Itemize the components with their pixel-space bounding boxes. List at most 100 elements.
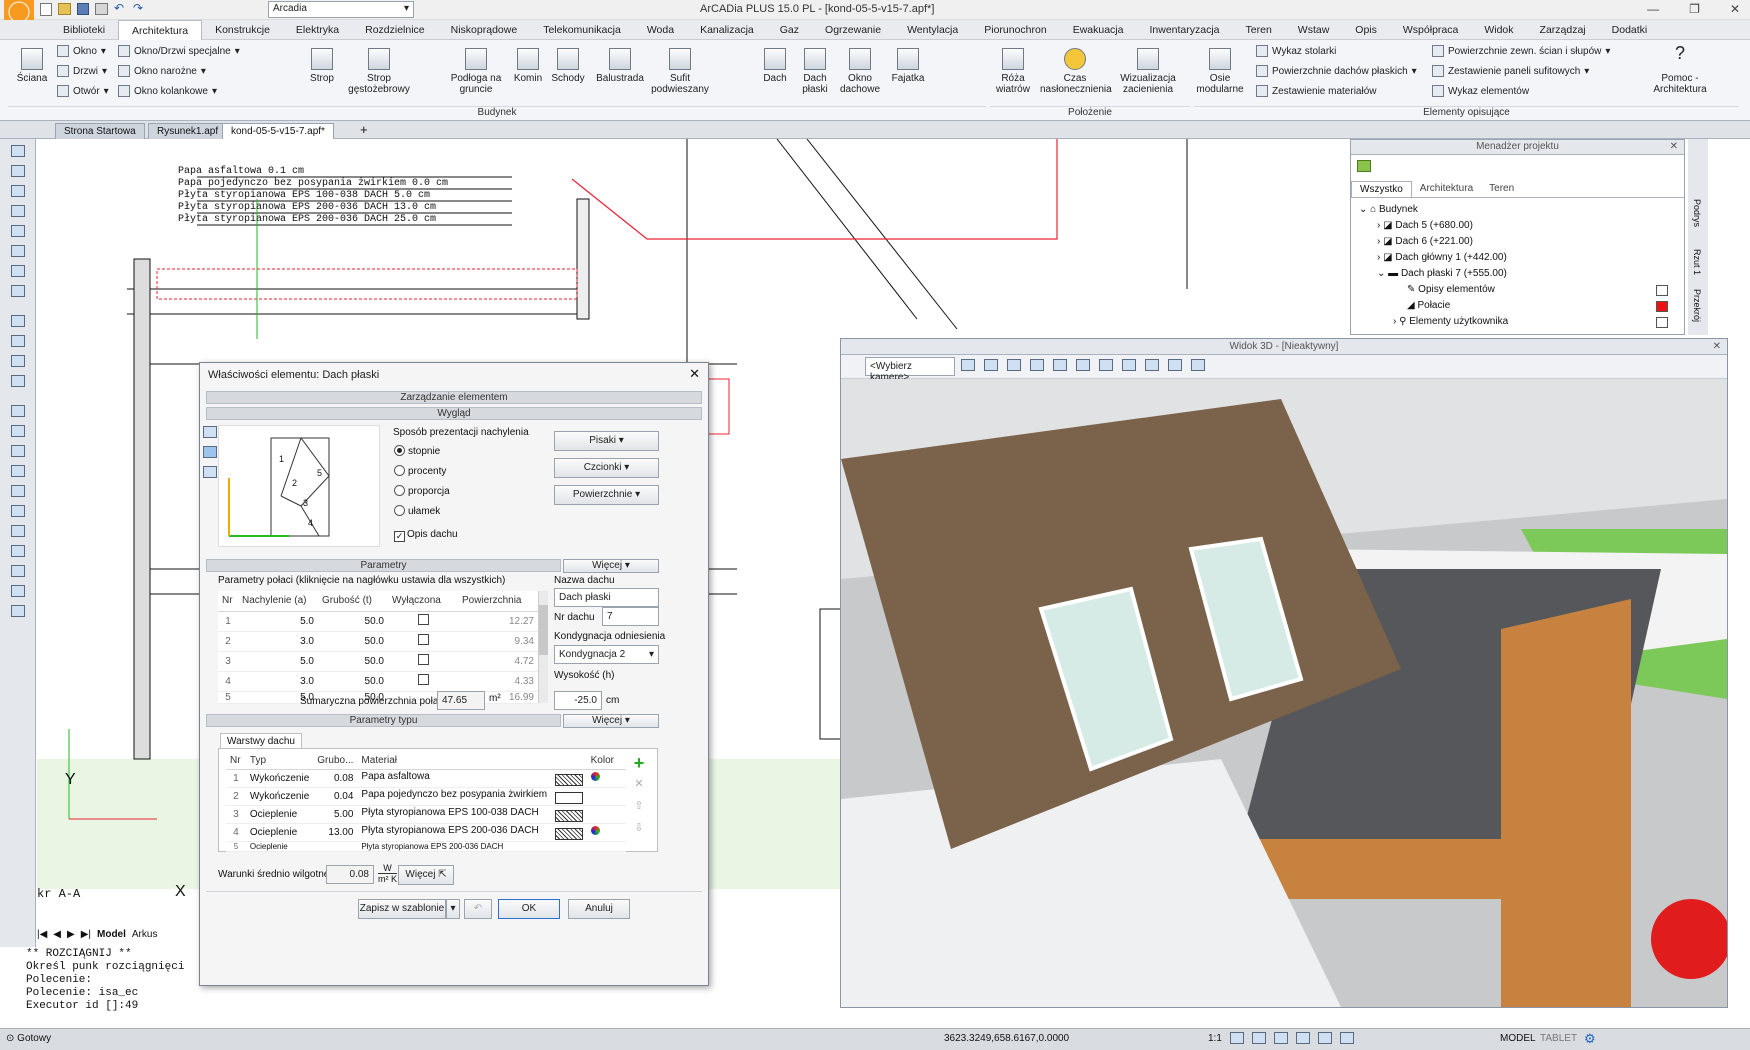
- layer-row[interactable]: 4 Ocieplenie 13.00 Płyta styropianowa EPS 2…: [226, 823, 626, 842]
- menu-dodatki[interactable]: Dodatki: [1599, 20, 1661, 40]
- czas-naslonecznienia-button[interactable]: Czas nasłonecznienia: [1040, 48, 1112, 95]
- layer-mat[interactable]: Papa asfaltowa: [357, 769, 587, 788]
- warstwy-tab[interactable]: Warstwy dachu: [220, 733, 302, 749]
- layer-typ[interactable]: Ocieplenie: [245, 841, 314, 852]
- menu-woda[interactable]: Woda: [634, 20, 687, 40]
- zapisz-dropdown-button[interactable]: ▾: [446, 899, 460, 919]
- wylaczona-checkbox[interactable]: [417, 654, 429, 665]
- layer-grub[interactable]: 13.00: [313, 823, 358, 842]
- ortho-icon[interactable]: [1274, 1032, 1288, 1044]
- menu-ogrzewanie[interactable]: Ogrzewanie: [812, 20, 894, 40]
- save-icon[interactable]: [77, 3, 89, 15]
- layer-row[interactable]: 1 Wykończenie 0.08 Papa asfaltowa: [226, 769, 626, 788]
- pm-tab-wszystko[interactable]: Wszystko: [1351, 181, 1412, 197]
- powierzchnie-zewn-button[interactable]: Powierzchnie zewn. ścian i słupów ▾: [1432, 45, 1610, 57]
- otwor-button[interactable]: Otwór ▾: [57, 85, 109, 97]
- radio-ulamek[interactable]: [394, 505, 405, 516]
- ok-button[interactable]: OK: [498, 899, 560, 919]
- status-tablet[interactable]: TABLET: [1540, 1033, 1577, 1044]
- rectangle-icon[interactable]: [11, 525, 25, 537]
- table-row[interactable]: 3 5.0 50.0 4.72: [218, 651, 538, 672]
- sec-zarzadzanie[interactable]: Zarządzanie elementem: [206, 391, 702, 404]
- wylaczona-checkbox[interactable]: [417, 674, 429, 685]
- line-icon[interactable]: [11, 445, 25, 457]
- first-layout-icon[interactable]: |◀: [37, 929, 47, 945]
- polyline-icon[interactable]: [11, 465, 25, 477]
- shadow-icon[interactable]: [1122, 359, 1136, 371]
- menu-rozdzielnice[interactable]: Rozdzielnice: [352, 20, 438, 40]
- layer-grub[interactable]: 5.00: [313, 805, 358, 824]
- move-up-icon[interactable]: ⇧: [630, 799, 648, 817]
- export-icon[interactable]: [1191, 359, 1205, 371]
- tree-color-swatch-white[interactable]: [1656, 285, 1668, 296]
- table-row[interactable]: 1 5.0 50.0 12.27: [218, 611, 538, 632]
- cell-wyl[interactable]: [388, 651, 458, 672]
- parametry-wiecej-button[interactable]: Więcej ▾: [563, 559, 659, 573]
- okno-drzwi-specjalne-button[interactable]: Okno/Drzwi specjalne ▾: [118, 45, 240, 57]
- polar-icon[interactable]: [1296, 1032, 1310, 1044]
- tool-icon-7[interactable]: [11, 265, 25, 277]
- layer-row[interactable]: 3 Ocieplenie 5.00 Płyta styropianowa EPS 10…: [226, 805, 626, 824]
- layer-row[interactable]: 5 Ocieplenie Płyta styropianowa EPS 200-03…: [226, 841, 626, 852]
- tool-icon-5[interactable]: [11, 225, 25, 237]
- tab-rysunek1[interactable]: Rysunek1.apf: [148, 123, 228, 139]
- pomoc-button[interactable]: ? Pomoc - Architektura: [1640, 44, 1720, 95]
- layer-mat[interactable]: Papa pojedynczo bez posypania żwirkiem: [357, 787, 587, 806]
- tool-icon-22[interactable]: [11, 585, 25, 597]
- opt-proporcja[interactable]: proporcja: [394, 485, 450, 497]
- col-grubosc[interactable]: Grubość (t): [318, 591, 388, 612]
- layer-grub[interactable]: [313, 841, 358, 852]
- tree-color-swatch-red[interactable]: [1656, 301, 1668, 312]
- menu-gaz[interactable]: Gaz: [767, 20, 812, 40]
- sciana-button[interactable]: Ściana: [14, 48, 50, 84]
- status-model[interactable]: MODEL: [1500, 1033, 1536, 1044]
- section-icon[interactable]: [1030, 359, 1044, 371]
- tool-icon-12[interactable]: [11, 375, 25, 387]
- layer-typ[interactable]: Ocieplenie: [245, 805, 314, 824]
- prev-layout-icon[interactable]: ◀: [53, 929, 61, 945]
- tree-item-dach5[interactable]: › ◪ Dach 5 (+680.00): [1377, 218, 1473, 234]
- menu-inwentaryzacja[interactable]: Inwentaryzacja: [1136, 20, 1232, 40]
- circle-icon[interactable]: [11, 485, 25, 497]
- zestawienie-paneli-button[interactable]: Zestawienie paneli sufitowych ▾: [1432, 65, 1589, 77]
- polacie-table[interactable]: Nr Nachylenie (a) Grubość (t) Wyłączona …: [218, 591, 538, 704]
- drzwi-button[interactable]: Drzwi ▾: [57, 65, 107, 77]
- radio-procenty[interactable]: [394, 465, 405, 476]
- camera-select[interactable]: <Wybierz kamerę>: [865, 357, 955, 383]
- sec-parametry[interactable]: Parametry: [206, 559, 561, 572]
- layer-mat[interactable]: Płyta styropianowa EPS 100-038 DACH: [357, 805, 587, 824]
- menu-elektryka[interactable]: Elektryka: [283, 20, 352, 40]
- zestawienie-materialow-button[interactable]: Zestawienie materiałów: [1256, 85, 1377, 97]
- new-file-icon[interactable]: [40, 3, 52, 16]
- camera-tool-icon[interactable]: [961, 359, 975, 371]
- minimize-icon[interactable]: —: [1647, 2, 1659, 16]
- undo-icon[interactable]: ↶: [114, 2, 127, 15]
- tab-arkusz[interactable]: Arkus: [132, 929, 158, 945]
- sec-parametry-typu[interactable]: Parametry typu: [206, 714, 561, 727]
- menu-wstaw[interactable]: Wstaw: [1285, 20, 1343, 40]
- dach-button[interactable]: Dach: [758, 48, 792, 84]
- cell-wyl[interactable]: [388, 671, 458, 692]
- view3d-close-icon[interactable]: ✕: [1713, 339, 1721, 354]
- powierzchnie-button[interactable]: Powierzchnie ▾: [554, 485, 659, 505]
- tool-icon-6[interactable]: [11, 245, 25, 257]
- cell-nach[interactable]: 5.0: [238, 651, 318, 672]
- col-powierzchnia[interactable]: Powierzchnia: [458, 591, 538, 612]
- tool-icon-3[interactable]: [11, 185, 25, 197]
- zoom-icon[interactable]: [11, 315, 25, 327]
- pan-icon[interactable]: [11, 335, 25, 347]
- zapisz-szablon-button[interactable]: Zapisz w szablonie: [358, 899, 446, 919]
- czcionki-button[interactable]: Czcionki ▾: [554, 458, 659, 478]
- layer-kolor[interactable]: [586, 823, 626, 842]
- move-down-icon[interactable]: ⇩: [630, 821, 648, 839]
- menu-ewakuacja[interactable]: Ewakuacja: [1060, 20, 1137, 40]
- menu-telekomunikacja[interactable]: Telekomunikacja: [530, 20, 634, 40]
- menu-piorunochron[interactable]: Piorunochron: [971, 20, 1059, 40]
- menu-niskopradowe[interactable]: Niskoprądowe: [438, 20, 531, 40]
- opt-procenty[interactable]: procenty: [394, 465, 446, 477]
- status-scale[interactable]: 1:1: [1208, 1033, 1222, 1044]
- profile-combo[interactable]: Arcadia ▾: [268, 1, 414, 18]
- layer-kolor[interactable]: [586, 769, 626, 788]
- menu-biblioteki[interactable]: Biblioteki: [50, 20, 118, 40]
- okno-narozne-button[interactable]: Okno narożne ▾: [118, 65, 206, 77]
